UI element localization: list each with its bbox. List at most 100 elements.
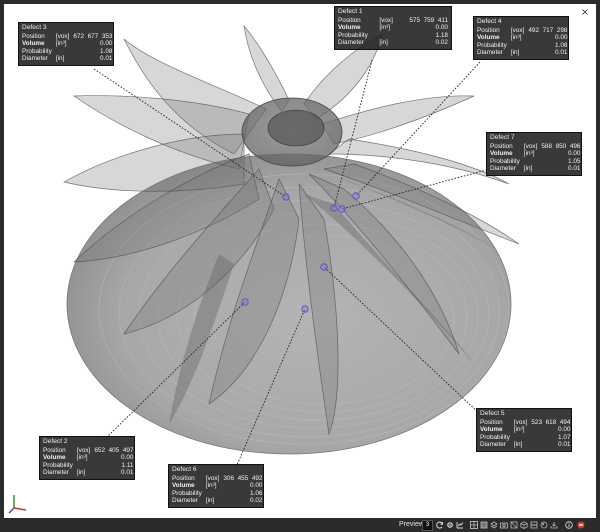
grid-icon[interactable]: [470, 521, 478, 529]
defect-label-4[interactable]: Defect 4 Position [vox] 492 717 298 Volume…: [473, 16, 569, 60]
render-icon[interactable]: [540, 521, 548, 529]
refresh-icon[interactable]: [436, 521, 444, 529]
volume-label: Volume: [172, 482, 195, 490]
volume-unit: [in³]: [379, 24, 391, 32]
position-z: 298: [556, 26, 568, 34]
status-bar: Preview: 3: [0, 518, 600, 532]
diameter-unit: [in]: [205, 497, 215, 505]
position-y: 405: [108, 446, 120, 454]
defect-label-2[interactable]: Defect 2 Position [vox] 652 405 497 Volume…: [39, 436, 135, 480]
defect-title: Defect 2: [43, 438, 68, 445]
probability-value: 1.11: [121, 461, 134, 469]
slice-icon[interactable]: [530, 521, 538, 529]
volume-unit: [in³]: [76, 454, 88, 462]
preview-value[interactable]: 3: [422, 520, 433, 531]
position-x: 492: [528, 26, 540, 34]
defect-label-3[interactable]: Defect 3 Position [vox] 672 677 353 Volume…: [18, 22, 114, 66]
volume-value: 0.00: [250, 482, 263, 490]
3d-viewport[interactable]: Defect 1 Position [vox] 575 759 411 Volume…: [4, 4, 596, 518]
diameter-value: 0.01: [100, 55, 113, 63]
defect-marker-1: [330, 204, 338, 212]
diameter-label: Diameter: [172, 497, 198, 505]
camera-icon[interactable]: [500, 521, 508, 529]
position-label: Position: [490, 142, 513, 150]
chart-icon[interactable]: [456, 521, 464, 529]
position-unit: [vox]: [379, 16, 393, 24]
position-unit: [vox]: [55, 32, 70, 40]
position-y: 759: [423, 16, 435, 24]
diameter-unit: [in]: [510, 49, 520, 57]
defect-marker-6: [301, 305, 309, 313]
diameter-label: Diameter: [477, 49, 503, 57]
defect-label-1[interactable]: Defect 1 Position [vox] 575 759 411 Volume…: [334, 6, 452, 50]
diameter-value: 0.01: [121, 469, 134, 477]
diameter-unit: [in]: [55, 55, 65, 63]
position-label: Position: [22, 32, 45, 40]
position-y: 717: [542, 26, 554, 34]
position-unit: [vox]: [510, 26, 525, 34]
defect-title: Defect 4: [477, 18, 502, 25]
close-icon[interactable]: ×: [580, 8, 590, 18]
settings-icon[interactable]: [446, 521, 454, 529]
defect-title: Defect 3: [22, 24, 47, 31]
diameter-value: 0.02: [250, 497, 263, 505]
probability-value: 1.06: [250, 489, 263, 497]
probability-label: Probability: [480, 433, 510, 441]
position-label: Position: [43, 446, 66, 454]
position-label: Position: [338, 16, 361, 24]
info-icon[interactable]: [565, 521, 573, 529]
probability-label: Probability: [22, 47, 52, 55]
probability-label: Probability: [338, 31, 368, 39]
position-x: 652: [94, 446, 106, 454]
defect-marker-5: [320, 263, 328, 271]
volume-value: 0.00: [568, 150, 581, 158]
diameter-label: Diameter: [490, 165, 516, 173]
position-x: 306: [223, 474, 235, 482]
position-y: 618: [545, 418, 557, 426]
probability-label: Probability: [477, 41, 507, 49]
position-z: 353: [101, 32, 113, 40]
volume-label: Volume: [480, 426, 503, 434]
diameter-value: 0.02: [435, 39, 448, 47]
probability-value: 1.08: [555, 41, 568, 49]
probability-value: 1.18: [435, 31, 448, 39]
probability-value: 1.08: [100, 47, 113, 55]
probability-value: 1.05: [568, 157, 581, 165]
defect-marker-2: [241, 298, 249, 306]
defect-title: Defect 1: [338, 8, 363, 15]
position-x: 588: [541, 142, 553, 150]
probability-label: Probability: [490, 157, 520, 165]
defect-title: Defect 6: [172, 466, 197, 473]
diameter-value: 0.01: [555, 49, 568, 57]
cube-icon[interactable]: [520, 521, 528, 529]
position-z: 496: [569, 142, 581, 150]
probability-value: 1.07: [558, 433, 571, 441]
axis-triad-icon: [8, 495, 27, 514]
export-icon[interactable]: [550, 521, 558, 529]
volume-value: 0.00: [558, 426, 571, 434]
volume-value: 0.00: [121, 454, 134, 462]
volume-unit: [in³]: [55, 40, 67, 48]
position-unit: [vox]: [523, 142, 538, 150]
defect-marker-7: [338, 205, 346, 213]
defect-title: Defect 5: [480, 410, 505, 417]
position-x: 523: [531, 418, 543, 426]
position-unit: [vox]: [76, 446, 91, 454]
position-unit: [vox]: [205, 474, 220, 482]
diameter-label: Diameter: [338, 39, 364, 47]
defect-label-5[interactable]: Defect 5 Position [vox] 523 618 494 Volume…: [476, 408, 572, 452]
record-icon[interactable]: [577, 521, 585, 529]
volume-unit: [in³]: [510, 34, 522, 42]
layers-icon[interactable]: [490, 521, 498, 529]
box-icon[interactable]: [510, 521, 518, 529]
defect-marker-3: [282, 193, 290, 201]
volume-label: Volume: [22, 40, 45, 48]
position-z: 494: [559, 418, 571, 426]
defect-label-6[interactable]: Defect 6 Position [vox] 306 455 492 Volume…: [168, 464, 264, 508]
diameter-label: Diameter: [43, 469, 69, 477]
square-icon[interactable]: [480, 521, 488, 529]
position-x: 575: [409, 16, 421, 24]
position-label: Position: [172, 474, 195, 482]
defect-label-7[interactable]: Defect 7 Position [vox] 588 850 496 Volume…: [486, 132, 582, 176]
diameter-label: Diameter: [22, 55, 48, 63]
